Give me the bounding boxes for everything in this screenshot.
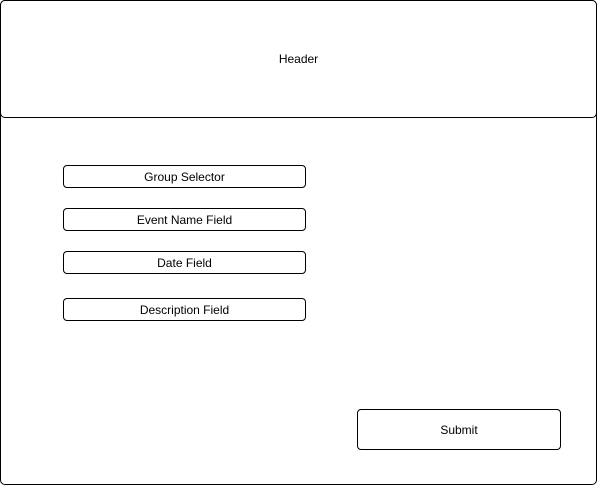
header: Header xyxy=(0,0,597,118)
date-field[interactable]: Date Field xyxy=(63,251,306,274)
header-title: Header xyxy=(278,52,319,66)
description-field-label: Description Field xyxy=(139,302,230,317)
description-field[interactable]: Description Field xyxy=(63,298,306,321)
event-name-field[interactable]: Event Name Field xyxy=(63,208,306,231)
date-field-label: Date Field xyxy=(157,255,212,270)
submit-button[interactable]: Submit xyxy=(357,409,561,450)
group-selector[interactable]: Group Selector xyxy=(63,165,306,188)
group-selector-label: Group Selector xyxy=(144,169,225,184)
event-name-field-label: Event Name Field xyxy=(136,212,233,227)
